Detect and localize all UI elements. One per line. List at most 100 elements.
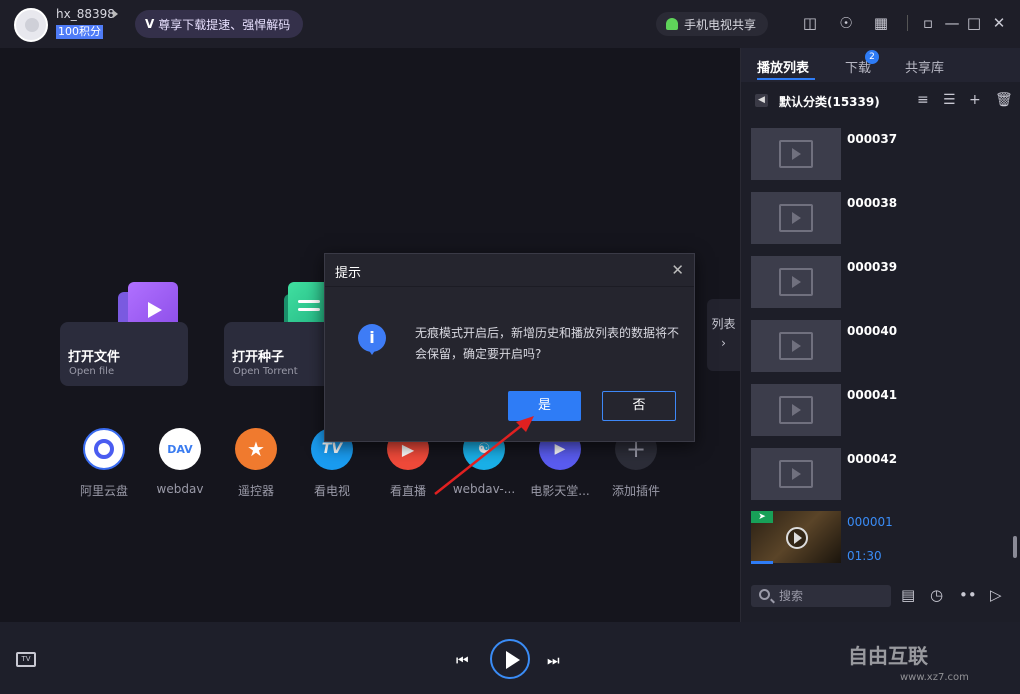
video-thumbnail-icon: [751, 192, 841, 244]
plugin-label: 阿里云盘: [79, 484, 128, 498]
open-torrent-subtitle: Open Torrent: [233, 366, 298, 377]
close-icon[interactable]: ✕: [990, 14, 1008, 32]
open-file-subtitle: Open file: [69, 366, 115, 377]
watermark-url: www.xz7.com: [900, 672, 969, 683]
playlist-item-current[interactable]: ➤ 000001 01:30: [751, 511, 1011, 564]
mobile-tv-share-button[interactable]: 手机电视共享: [656, 12, 768, 36]
app-window: hx_88398 100积分 V 尊享下载提速、强悍解码 手机电视共享 ◫ ☉ …: [0, 0, 1020, 694]
category-bar: ◀ 默认分类(15339) ≡ ☰ + 🗑: [741, 86, 1020, 116]
watch-progress-bar: [751, 561, 773, 564]
star-icon: ★: [235, 428, 277, 470]
playlist-item-duration: 01:30: [847, 549, 882, 563]
active-tab-indicator: [757, 78, 815, 80]
previous-icon[interactable]: ⏮: [456, 653, 469, 669]
points-badge: 100积分: [56, 25, 103, 39]
confirm-no-button[interactable]: 否: [602, 391, 676, 421]
open-file-title: 打开文件: [68, 350, 121, 365]
next-icon[interactable]: ⏭: [547, 653, 560, 669]
video-thumbnail-icon: [751, 448, 841, 500]
vip-promo-button[interactable]: V 尊享下载提速、强悍解码: [135, 10, 303, 38]
download-count-badge: 2: [865, 50, 879, 64]
playlist-item[interactable]: 000037: [751, 128, 1011, 180]
playlist-item-name: 000039: [847, 260, 898, 274]
playlist-item-name: 000042: [847, 452, 898, 466]
playlist-toggle-button[interactable]: 列表 ›: [707, 299, 740, 371]
playlist-item-name: 000041: [847, 388, 898, 402]
open-file-card[interactable]: 打开文件 Open file: [60, 322, 188, 386]
plugin-label: 电影天堂...: [530, 484, 590, 498]
playlist-item-name: 000040: [847, 324, 898, 338]
sort-icon[interactable]: ≡: [917, 92, 929, 108]
video-thumbnail-icon: [751, 320, 841, 372]
video-thumbnail-icon: [751, 256, 841, 308]
lock-icon[interactable]: ▤: [901, 586, 915, 604]
play-icon[interactable]: [786, 527, 808, 549]
add-icon[interactable]: +: [969, 92, 981, 108]
plugin-label: 看电视: [313, 484, 350, 498]
maximize-icon[interactable]: □: [965, 14, 983, 32]
playlist-item-name: 000037: [847, 132, 898, 146]
chevron-right-icon: ›: [721, 336, 726, 350]
plugin-label: 看直播: [389, 484, 426, 498]
playlist-panel: 播放列表 下载 2 共享库 ◀ 默认分类(15339) ≡ ☰ + 🗑 0000…: [740, 48, 1020, 622]
playlist-item[interactable]: 000042: [751, 448, 1011, 500]
playlist-play-icon[interactable]: ▷: [990, 586, 1002, 604]
incognito-confirm-dialog: 提示 ✕ i 无痕模式开启后，新增历史和播放列表的数据将不会保留，确定要开启吗?…: [324, 253, 695, 442]
webdav-icon: DAV: [159, 428, 201, 470]
video-thumbnail-icon: [751, 128, 841, 180]
plugin-label: webdav-...: [452, 482, 516, 496]
info-icon: i: [358, 324, 386, 355]
plugin-remote-control[interactable]: ★ 遥控器: [221, 428, 291, 499]
plugin-webdav[interactable]: DAV webdav: [145, 428, 215, 496]
dialog-header: 提示 ✕: [325, 254, 694, 287]
video-thumbnail-icon: [751, 384, 841, 436]
playlist-search[interactable]: [751, 585, 891, 607]
plugin-label: webdav: [156, 482, 204, 496]
playlist-scrollbar[interactable]: [1013, 536, 1017, 558]
plugin-label: 遥控器: [237, 484, 274, 498]
avatar[interactable]: [14, 8, 48, 42]
close-icon[interactable]: ✕: [671, 261, 684, 279]
title-bar: hx_88398 100积分 V 尊享下载提速、强悍解码 手机电视共享 ◫ ☉ …: [0, 0, 1020, 48]
incognito-footprint-icon[interactable]: ••: [959, 586, 977, 604]
search-input[interactable]: [779, 588, 879, 604]
chevron-left-icon[interactable]: ◀: [755, 94, 768, 107]
search-icon: [759, 589, 770, 600]
dialog-message: 无痕模式开启后，新增历史和播放列表的数据将不会保留，确定要开启吗?: [415, 326, 680, 361]
confirm-yes-button[interactable]: 是: [508, 391, 581, 421]
playlist-item[interactable]: 000040: [751, 320, 1011, 372]
minimize-icon[interactable]: —: [943, 14, 961, 32]
dialog-title: 提示: [335, 266, 362, 281]
android-icon: [666, 18, 678, 30]
username[interactable]: hx_88398: [56, 7, 115, 21]
gift-icon[interactable]: ◫: [801, 14, 819, 32]
playlist-item-name: 000038: [847, 196, 898, 210]
list-view-icon[interactable]: ☰: [943, 92, 956, 108]
plugin-aliyun-drive[interactable]: 阿里云盘: [69, 428, 139, 499]
tab-playlist[interactable]: 播放列表: [757, 57, 809, 76]
watermark-logo: 自由互联: [848, 644, 928, 668]
open-torrent-title: 打开种子: [232, 350, 285, 365]
play-button[interactable]: [490, 639, 530, 679]
playlist-toggle-label: 列表: [711, 317, 736, 331]
tab-shared-library[interactable]: 共享库: [905, 57, 944, 76]
bell-icon[interactable]: ☉: [837, 14, 855, 32]
player-control-bar: TV ⏮ ⏭ 自由互联 www.xz7.com: [0, 622, 1020, 694]
user-menu-caret-icon[interactable]: [113, 10, 118, 18]
toolbar-divider: [907, 15, 908, 31]
vip-icon: V: [145, 17, 155, 31]
category-name[interactable]: 默认分类(15339): [779, 93, 880, 110]
trash-icon[interactable]: 🗑: [995, 92, 1013, 108]
playlist-item-name: 000001: [847, 515, 893, 529]
playlist-item[interactable]: 000039: [751, 256, 1011, 308]
mobile-tv-share-label: 手机电视共享: [684, 17, 757, 32]
vip-promo-label: 尊享下载提速、强悍解码: [158, 17, 291, 32]
video-thumbnail: ➤: [751, 511, 841, 564]
mini-mode-icon[interactable]: ▫: [919, 14, 937, 32]
playlist-item[interactable]: 000041: [751, 384, 1011, 436]
playlist-item[interactable]: 000038: [751, 192, 1011, 244]
history-icon[interactable]: ◷: [930, 586, 943, 604]
panel-tabs: 播放列表 下载 2 共享库: [741, 48, 1020, 82]
apps-grid-icon[interactable]: ▦: [872, 14, 890, 32]
tv-cast-icon[interactable]: TV: [16, 652, 36, 667]
